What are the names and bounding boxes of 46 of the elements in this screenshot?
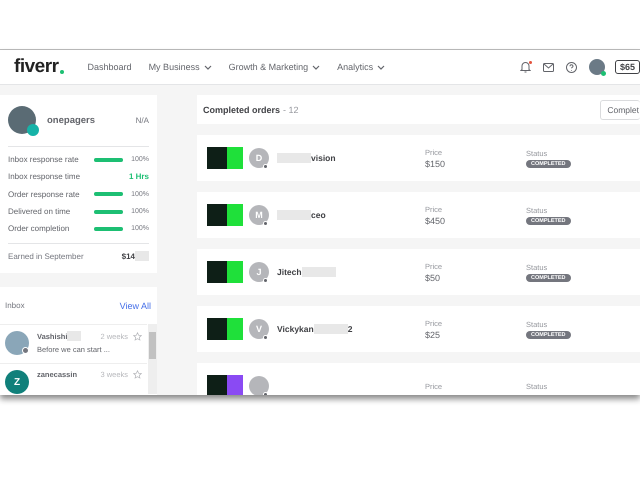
price-value: $150 <box>425 158 446 168</box>
buyer-name: Jitech <box>277 267 302 277</box>
help-icon[interactable] <box>566 62 577 72</box>
buyer-name: 2 <box>348 324 352 334</box>
buyer-avatar: M <box>249 205 269 225</box>
bell-icon[interactable] <box>520 61 531 73</box>
nav-link[interactable]: Growth & Marketing <box>228 62 320 72</box>
stat-label: Order completion <box>8 224 70 234</box>
username: onepagers <box>47 114 96 126</box>
buyer-name: vision <box>311 153 336 163</box>
buyer-avatar: J <box>249 262 269 282</box>
buyer-avatar: D <box>249 148 269 168</box>
buyer-name: Vickykan <box>277 324 314 334</box>
rating: N/A <box>136 116 149 124</box>
stat-label: Inbox response rate <box>8 155 80 164</box>
stat-label: Inbox response time <box>8 172 82 182</box>
sender-avatar: Z <box>5 370 29 394</box>
nav-link[interactable]: Dashboard <box>88 62 132 72</box>
earned-label: Earned in September <box>8 252 84 261</box>
orders-count: - 12 <box>283 104 299 114</box>
stat-label: Delivered on time <box>8 207 72 216</box>
sender-photo <box>5 331 29 355</box>
view-all-link[interactable]: View All <box>120 300 151 310</box>
star-icon[interactable] <box>133 370 142 379</box>
price-value: $25 <box>425 330 442 340</box>
nav-link[interactable]: Analytics <box>337 62 386 72</box>
logo-dot-icon <box>60 70 64 74</box>
buyer-avatar: V <box>249 319 269 339</box>
stat-label: Order response rate <box>8 190 81 199</box>
price-value: $450 <box>425 216 446 226</box>
user-avatar[interactable] <box>588 59 605 75</box>
logo[interactable]: fiverr <box>14 56 59 78</box>
stat-value: 1 Hrs <box>128 172 149 182</box>
filter-dropdown[interactable]: Complet <box>600 100 640 120</box>
mail-icon[interactable] <box>542 62 554 72</box>
balance[interactable]: $65 <box>614 60 640 74</box>
buyer-name: ceo <box>311 210 326 220</box>
star-icon[interactable] <box>133 332 142 340</box>
scrollbar[interactable] <box>148 324 157 394</box>
price-value: $50 <box>425 272 442 282</box>
earned-value: $14 <box>122 252 135 261</box>
nav-link[interactable]: My Business <box>148 62 212 72</box>
orders-title: Completed orders <box>203 104 280 114</box>
profile-avatar <box>8 106 36 134</box>
inbox-title: Inbox <box>5 301 25 310</box>
buyer-avatar <box>249 376 269 395</box>
